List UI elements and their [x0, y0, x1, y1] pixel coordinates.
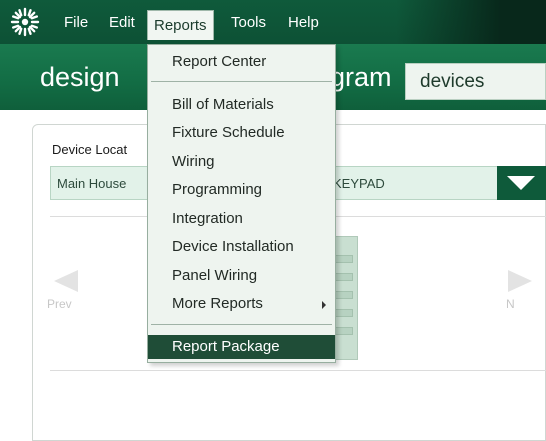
keypad-button — [335, 291, 353, 299]
menu-bar-shade — [396, 0, 546, 44]
menu-tools[interactable]: Tools — [227, 12, 270, 34]
keypad-button — [335, 273, 353, 281]
content-divider-bottom — [50, 370, 546, 371]
view-selector-devices[interactable]: devices — [405, 63, 546, 100]
app-logo-icon[interactable] — [10, 7, 40, 37]
menu-item-report-center[interactable]: Report Center — [148, 50, 335, 74]
reports-dropdown-menu: Report Center Bill of Materials Fixture … — [147, 44, 336, 363]
menu-item-programming[interactable]: Programming — [148, 178, 335, 202]
menu-item-wiring[interactable]: Wiring — [148, 150, 335, 174]
menu-separator — [151, 81, 332, 82]
menu-item-fixture-schedule[interactable]: Fixture Schedule — [148, 121, 335, 145]
keypad-button — [335, 309, 353, 317]
menu-item-more-reports-label: More Reports — [172, 295, 263, 312]
menu-reports[interactable]: Reports — [147, 10, 214, 40]
submenu-arrow-icon — [322, 301, 326, 309]
next-label[interactable]: N — [506, 297, 515, 311]
menu-help[interactable]: Help — [284, 12, 323, 34]
menu-item-integration[interactable]: Integration — [148, 207, 335, 231]
keypad-button — [335, 255, 353, 263]
location-path-left: Main House — [57, 176, 127, 191]
menu-item-panel-wiring[interactable]: Panel Wiring — [148, 264, 335, 288]
location-dropdown-button[interactable] — [497, 166, 546, 200]
location-path-right: KEYPAD — [333, 176, 385, 191]
device-location-label: Device Locat — [52, 142, 128, 157]
menu-item-report-package[interactable]: Report Package — [148, 335, 335, 359]
prev-arrow-icon[interactable] — [50, 268, 80, 294]
menu-file[interactable]: File — [60, 12, 92, 34]
next-arrow-icon[interactable] — [506, 268, 536, 294]
menu-separator — [151, 324, 332, 325]
page-title: design — [40, 62, 120, 92]
menu-edit[interactable]: Edit — [105, 12, 139, 34]
section-title: gram — [330, 62, 392, 92]
menu-item-bill-of-materials[interactable]: Bill of Materials — [148, 93, 335, 117]
prev-label[interactable]: Prev — [47, 297, 72, 311]
dropdown-arrow-icon — [507, 176, 535, 190]
menu-item-device-installation[interactable]: Device Installation — [148, 235, 335, 259]
menu-item-more-reports[interactable]: More Reports — [148, 292, 335, 316]
keypad-button — [335, 327, 353, 335]
